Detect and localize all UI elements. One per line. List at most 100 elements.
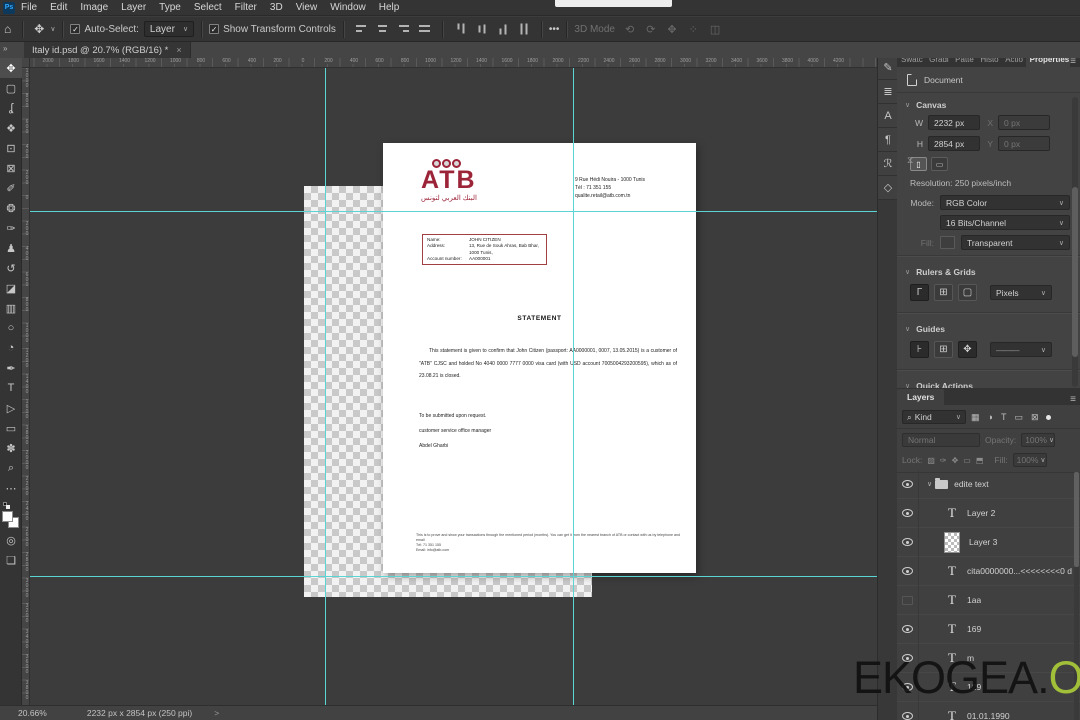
type-tool-icon[interactable]: T: [0, 378, 22, 398]
guide-vertical-2[interactable]: [573, 68, 574, 705]
units-dropdown[interactable]: Pixels ∨: [990, 285, 1052, 300]
rectangle-tool-icon[interactable]: ▭: [0, 418, 22, 438]
eye-icon[interactable]: [902, 625, 913, 633]
status-chevron-icon[interactable]: >: [214, 708, 219, 718]
frame-tool-icon[interactable]: ⊠: [0, 158, 22, 178]
menu-item-filter[interactable]: Filter: [235, 2, 257, 13]
link-dimensions-icon[interactable]: ⧖: [907, 155, 913, 166]
dodge-tool-icon[interactable]: ◔: [0, 338, 22, 358]
screen-mode-button[interactable]: ❏: [0, 550, 22, 570]
width-field[interactable]: 2232 px: [928, 115, 980, 130]
chevron-down-icon[interactable]: ∨: [50, 25, 55, 33]
distribute-vertical-icon[interactable]: [518, 23, 528, 35]
lock-transparency-icon[interactable]: ▨: [927, 456, 935, 465]
eyedropper-tool-icon[interactable]: ✐: [0, 178, 22, 198]
filter-type-layers-icon[interactable]: T: [1000, 412, 1008, 423]
filter-toggle-dot[interactable]: [1045, 414, 1051, 420]
visibility-cell[interactable]: [897, 701, 919, 720]
bit-depth-dropdown[interactable]: 16 Bits/Channel ∨: [940, 215, 1070, 230]
clone-stamp-tool-icon[interactable]: ♟: [0, 238, 22, 258]
document-tab[interactable]: Italy id.psd @ 20.7% (RGB/16) * ×: [24, 42, 191, 58]
toggle-snap-button[interactable]: ▢: [958, 284, 977, 301]
lasso-tool-icon[interactable]: ʆ: [0, 98, 22, 118]
guide-style-dropdown[interactable]: ——— ∨: [990, 342, 1052, 357]
menu-item-3d[interactable]: 3D: [270, 2, 283, 13]
document-page[interactable]: ATB البنك العربي لتونس 9 Rue Hédi Nouira…: [383, 143, 696, 573]
quick-selection-tool-icon[interactable]: ❖: [0, 118, 22, 138]
menu-item-view[interactable]: View: [296, 2, 318, 13]
panel-menu-icon[interactable]: ≡: [1070, 394, 1080, 405]
layer-row[interactable]: T 169: [897, 614, 1080, 644]
color-mode-dropdown[interactable]: RGB Color ∨: [940, 195, 1070, 210]
lock-guides-button[interactable]: ⊞: [934, 341, 953, 358]
distribute-horizontal-icon[interactable]: [418, 24, 430, 34]
paragraph-panel-icon[interactable]: ¶: [878, 128, 898, 152]
align-center-icon[interactable]: [377, 24, 388, 34]
menu-item-window[interactable]: Window: [330, 2, 366, 13]
filter-pixel-layers-icon[interactable]: ▦: [970, 412, 981, 423]
pen-tool-icon[interactable]: ✒: [0, 358, 22, 378]
close-icon[interactable]: ×: [176, 45, 181, 55]
zoom-level-field[interactable]: 20.66%: [18, 708, 47, 718]
filter-adjustment-layers-icon[interactable]: ◑: [987, 412, 994, 423]
menu-item-layer[interactable]: Layer: [121, 2, 146, 13]
guide-horizontal-2[interactable]: [30, 576, 877, 577]
gradient-tool-icon[interactable]: ▥: [0, 298, 22, 318]
foreground-color-swatch[interactable]: [2, 511, 13, 522]
zoom-tool-icon[interactable]: ⌕: [0, 458, 22, 478]
filter-shape-layers-icon[interactable]: ▭: [1013, 412, 1024, 423]
brush-tool-icon[interactable]: ✑: [0, 218, 22, 238]
home-icon[interactable]: ⌂: [0, 22, 15, 36]
blur-tool-icon[interactable]: ○: [0, 318, 22, 338]
align-top-icon[interactable]: [455, 23, 465, 35]
hand-tool-icon[interactable]: ✽: [0, 438, 22, 458]
filter-kind-dropdown[interactable]: ⌕ Kind ∨: [902, 410, 966, 424]
move-tool-icon[interactable]: ✥: [30, 22, 48, 36]
crop-tool-icon[interactable]: ⊡: [0, 138, 22, 158]
lock-all-icon[interactable]: ⬒: [976, 456, 984, 465]
guide-horizontal-1[interactable]: [30, 211, 877, 212]
align-left-icon[interactable]: [355, 24, 367, 34]
tool-presets-icon[interactable]: ≣: [878, 80, 898, 104]
filter-smart-objects-icon[interactable]: ⊠: [1030, 412, 1040, 423]
photoshop-logo-icon[interactable]: Ps: [3, 1, 15, 14]
tab-layers[interactable]: Layers: [897, 389, 945, 405]
orientation-landscape-button[interactable]: ▭: [931, 157, 948, 171]
history-brush-tool-icon[interactable]: ↺: [0, 258, 22, 278]
chevron-down-icon[interactable]: ∨: [927, 480, 932, 488]
layer-row[interactable]: ∨ edite text: [897, 470, 1080, 499]
align-bottom-icon[interactable]: [497, 24, 507, 35]
layer-row[interactable]: Layer 3: [897, 527, 1080, 557]
swap-colors-icon[interactable]: [6, 505, 10, 509]
fill-dropdown[interactable]: Transparent ∨: [961, 235, 1070, 250]
tab-expander-icon[interactable]: »: [3, 44, 7, 53]
menu-item-file[interactable]: File: [21, 2, 37, 13]
toggle-grid-button[interactable]: ⊞: [934, 284, 953, 301]
eye-icon[interactable]: [902, 712, 913, 720]
menu-item-help[interactable]: Help: [379, 2, 400, 13]
clear-guides-button[interactable]: ✥: [958, 341, 977, 358]
visibility-cell[interactable]: [897, 556, 919, 586]
menu-item-type[interactable]: Type: [159, 2, 181, 13]
eye-icon[interactable]: [902, 509, 913, 517]
canvas-section-header[interactable]: ∨ Canvas: [897, 93, 1080, 115]
move-tool-icon[interactable]: ✥: [0, 58, 22, 78]
marquee-tool-icon[interactable]: ▢: [0, 78, 22, 98]
brush-settings-icon[interactable]: ✎: [878, 56, 898, 80]
character-panel-icon[interactable]: A: [878, 104, 898, 128]
edit-toolbar-icon[interactable]: ⋯: [0, 478, 22, 498]
layer-row[interactable]: Tcita0000000...<<<<<<<<0 d: [897, 556, 1080, 586]
show-transform-checkbox[interactable]: ✓: [209, 24, 220, 34]
align-right-icon[interactable]: [398, 24, 409, 34]
more-options-button[interactable]: •••: [549, 24, 560, 35]
path-selection-tool-icon[interactable]: ▷: [0, 398, 22, 418]
3d-panel-icon[interactable]: ◇: [878, 176, 898, 200]
align-middle-icon[interactable]: [476, 24, 486, 35]
menu-item-edit[interactable]: Edit: [50, 2, 67, 13]
healing-brush-tool-icon[interactable]: ❂: [0, 198, 22, 218]
lock-paint-icon[interactable]: ✑: [940, 456, 947, 465]
lock-position-icon[interactable]: ✥: [952, 456, 959, 465]
guide-vertical-1[interactable]: [325, 68, 326, 705]
visibility-off-box[interactable]: [902, 595, 913, 605]
properties-scrollbar[interactable]: [1072, 97, 1078, 387]
